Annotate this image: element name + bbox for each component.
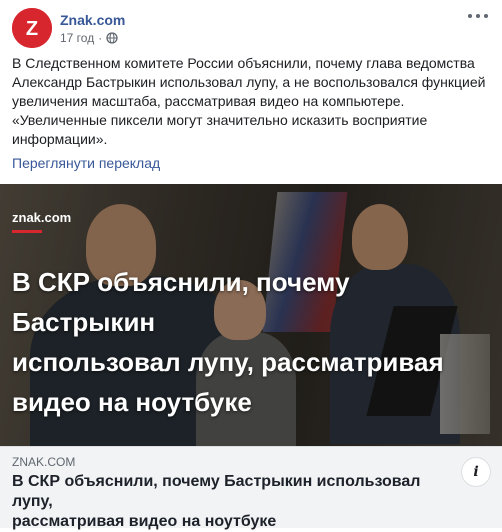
- post-header: Z Znak.com 17 год ·: [12, 8, 490, 48]
- link-preview-caption[interactable]: ZNAK.COM В СКР объяснили, почему Бастрык…: [0, 446, 502, 530]
- headline-line: использовал лупу, рассматривая: [12, 347, 444, 377]
- headline-line: видео на ноутбуке: [12, 387, 252, 417]
- link-title-line: В СКР объяснили, почему Бастрыкин исполь…: [12, 473, 421, 510]
- post-meta: 17 год ·: [60, 31, 118, 45]
- page-name-link[interactable]: Znak.com: [60, 12, 125, 28]
- znak-logo-icon: Z: [12, 8, 52, 48]
- link-preview-image[interactable]: znak.com В СКР объяснили, почему Бастрык…: [0, 184, 502, 446]
- page-avatar[interactable]: Z: [12, 8, 52, 48]
- image-logo: znak.com: [12, 210, 72, 225]
- more-options-icon[interactable]: [466, 8, 490, 24]
- globe-icon[interactable]: [106, 32, 118, 44]
- post-text-line: Александр Бастрыкин использовал лупу, а …: [12, 74, 486, 90]
- facebook-post: Z Znak.com 17 год · В Следственном комит…: [0, 0, 502, 530]
- image-headline: В СКР объяснили, почему Бастрыкин исполь…: [12, 262, 482, 422]
- post-text-line: информации».: [12, 131, 108, 147]
- see-translation-link[interactable]: Переглянути переклад: [12, 155, 160, 171]
- logo-underline: [12, 230, 42, 233]
- link-title-line: рассматривая видео на ноутбуке: [12, 513, 277, 530]
- post-timestamp[interactable]: 17 год: [60, 31, 94, 45]
- post-text-line: В Следственном комитете России объяснили…: [12, 55, 475, 71]
- headline-line: В СКР объяснили, почему Бастрыкин: [12, 267, 350, 337]
- meta-separator: ·: [98, 31, 103, 45]
- avatar-letter: Z: [26, 18, 38, 40]
- link-title[interactable]: В СКР объяснили, почему Бастрыкин исполь…: [12, 472, 452, 532]
- post-text-line: увеличения масштаба, рассматривая видео …: [12, 93, 405, 109]
- link-domain: ZNAK.COM: [12, 455, 76, 469]
- post-message: В Следственном комитете России объяснили…: [12, 54, 490, 149]
- info-icon[interactable]: i: [462, 458, 490, 486]
- post-text-line: «Увеличенные пиксели могут значительно и…: [12, 112, 428, 128]
